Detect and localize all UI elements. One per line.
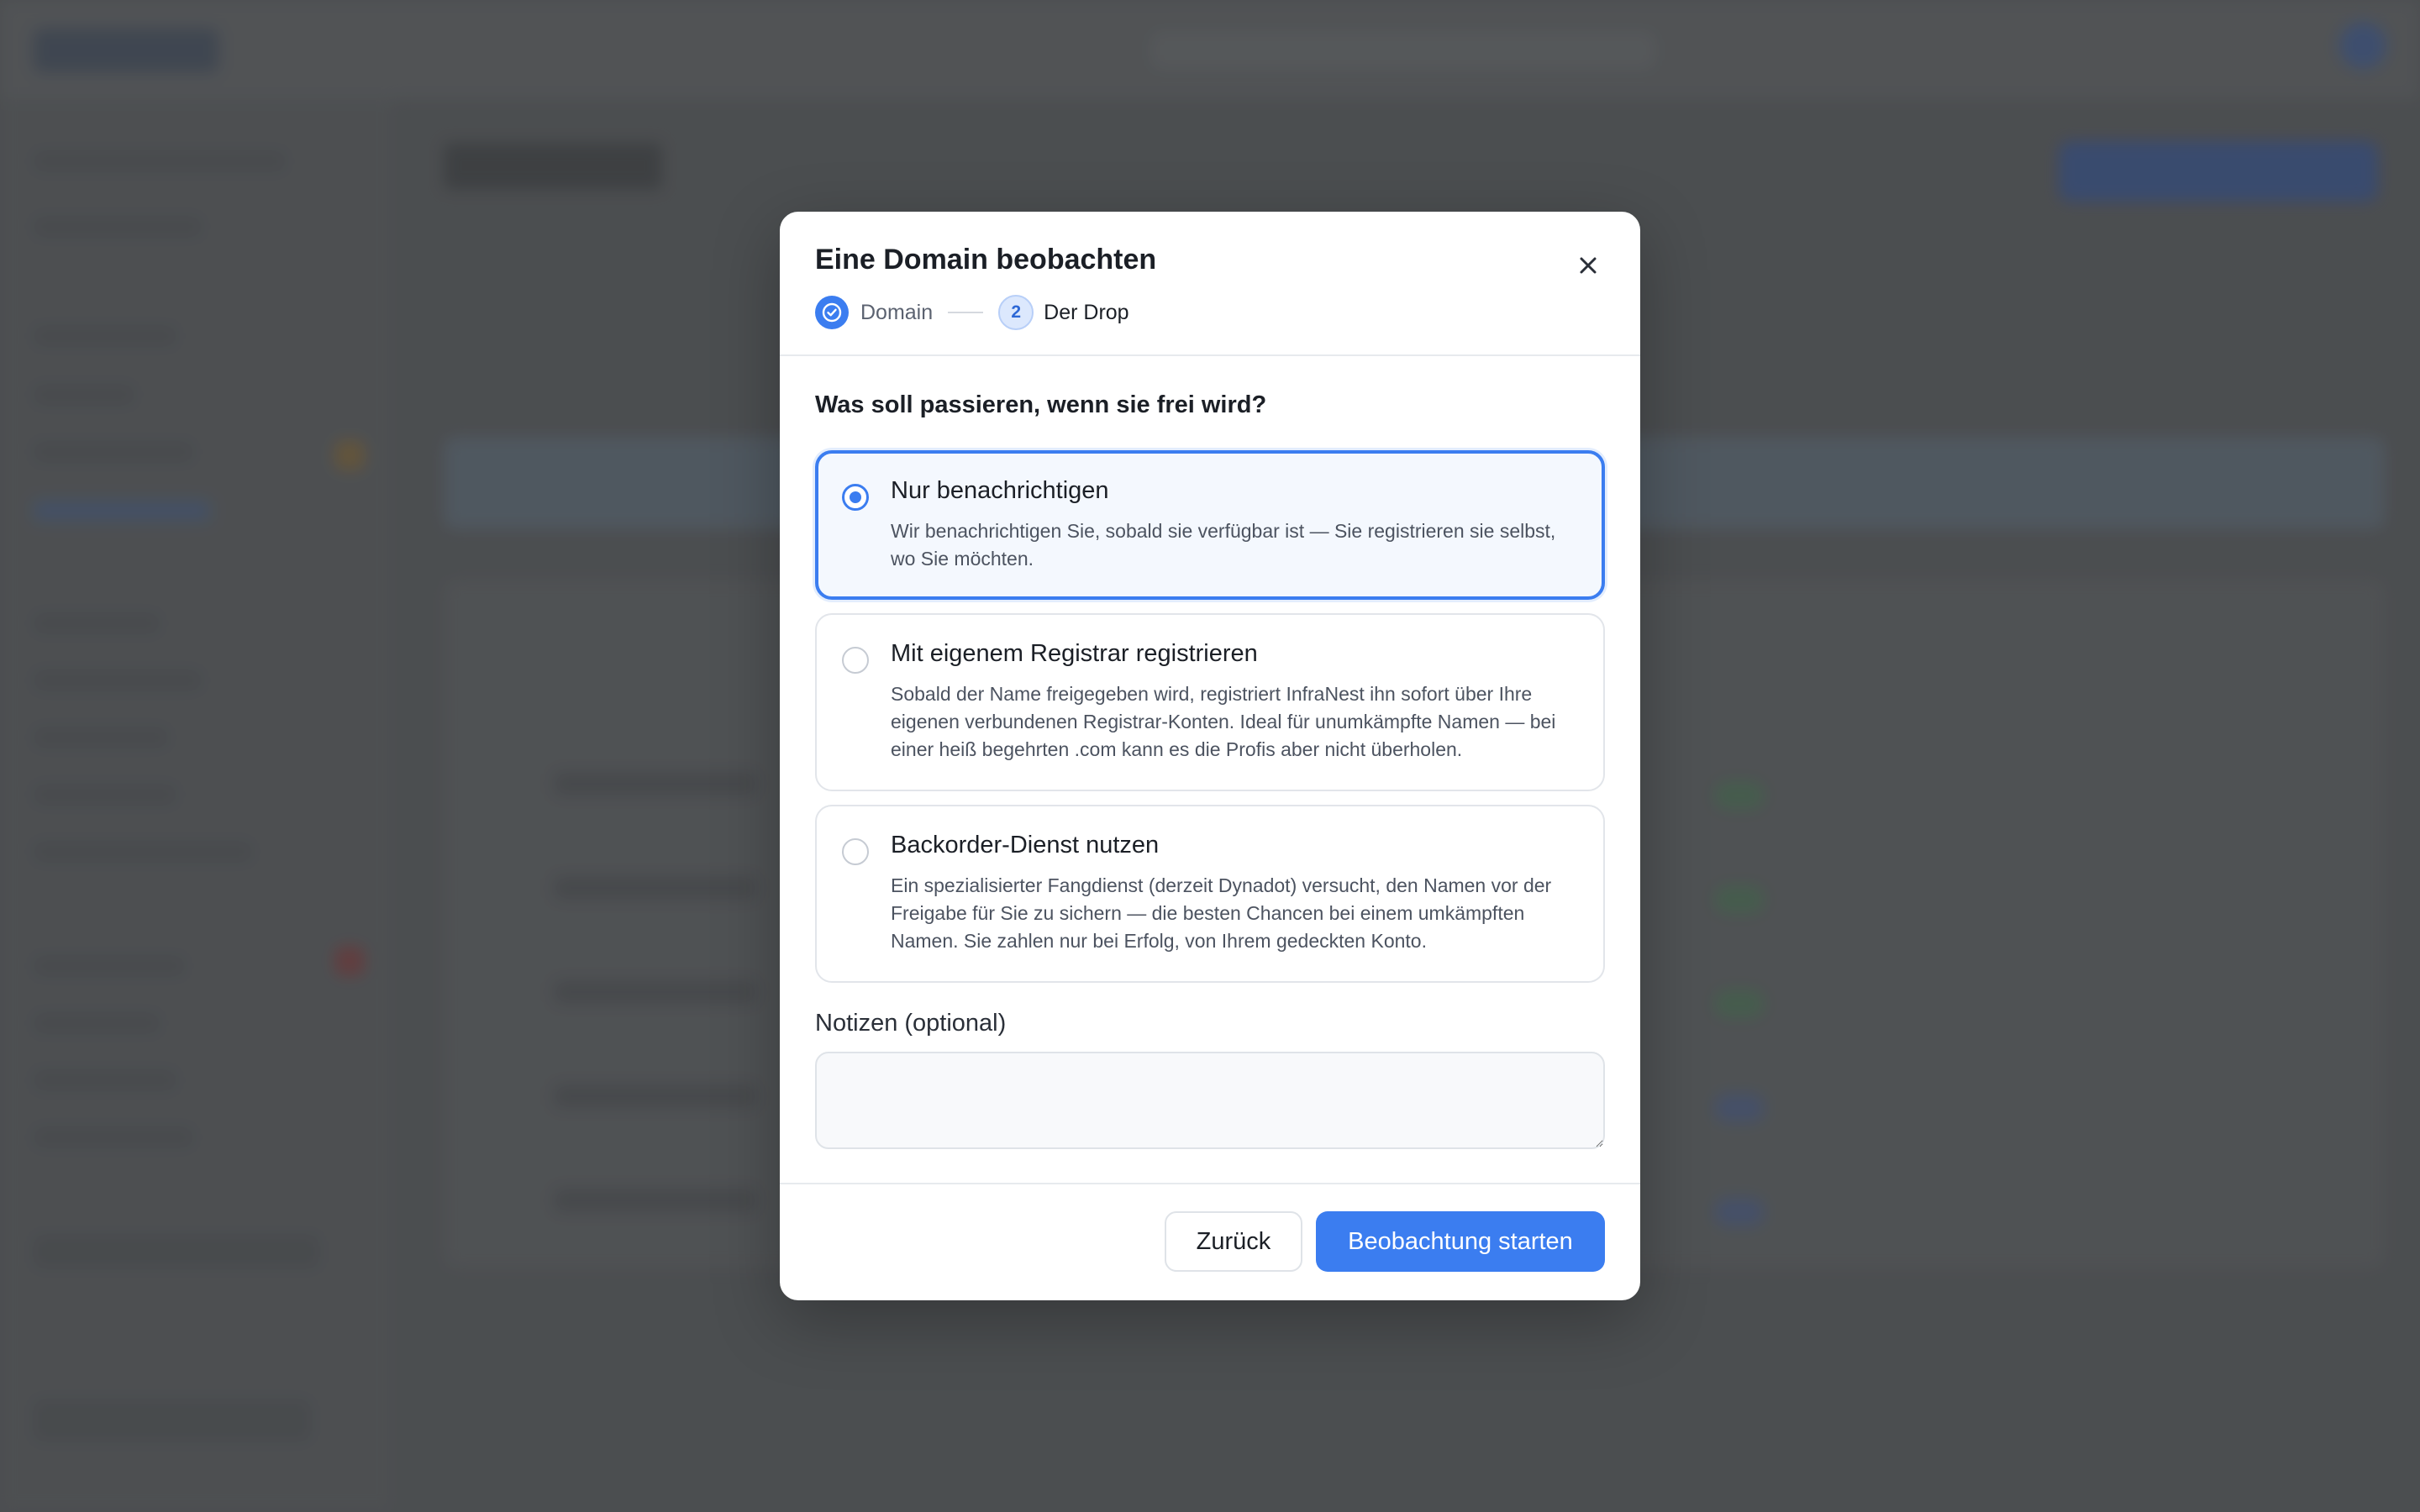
option-description: Sobald der Name freigegeben wird, regist… — [891, 683, 1556, 760]
back-button[interactable]: Zurück — [1165, 1211, 1302, 1272]
dialog-header: Eine Domain beobachten Domain 2 Der Drop — [780, 212, 1640, 356]
start-watching-button[interactable]: Beobachtung starten — [1316, 1211, 1605, 1272]
option-title: Nur benachrichtigen — [891, 477, 1109, 504]
option-title: Mit eigenem Registrar registrieren — [891, 640, 1258, 667]
stepper: Domain 2 Der Drop — [815, 294, 1129, 331]
option-own-registrar[interactable]: Mit eigenem Registrar registrieren Sobal… — [815, 613, 1605, 791]
notes-textarea[interactable] — [815, 1052, 1605, 1149]
dialog-title: Eine Domain beobachten — [815, 244, 1157, 276]
radio-own-registrar[interactable] — [842, 647, 869, 674]
step-2-label: Der Drop — [1044, 300, 1129, 324]
option-description: Ein spezialisierter Fangdienst (derzeit … — [891, 874, 1552, 952]
check-circle-icon — [822, 302, 842, 323]
notes-label: Notizen (optional) — [815, 1010, 1007, 1037]
step-1-label: Domain — [860, 300, 934, 324]
radio-backorder-service[interactable] — [842, 838, 869, 865]
step-1-indicator — [815, 296, 849, 329]
step-divider — [948, 312, 984, 313]
dialog-footer: Zurück Beobachtung starten — [780, 1183, 1640, 1300]
close-icon — [1580, 257, 1597, 274]
option-notify-only[interactable]: Nur benachrichtigen Wir benachrichtigen … — [815, 450, 1605, 600]
option-description: Wir benachrichtigen Sie, sobald sie verf… — [891, 520, 1556, 570]
option-backorder-service[interactable]: Backorder-Dienst nutzen Ein spezialisier… — [815, 805, 1605, 983]
radio-notify-only[interactable] — [842, 484, 869, 511]
drop-action-question: Was soll passieren, wenn sie frei wird? — [815, 391, 1267, 418]
watch-domain-dialog: Eine Domain beobachten Domain 2 Der Drop… — [780, 212, 1640, 1300]
option-title: Backorder-Dienst nutzen — [891, 832, 1160, 858]
close-button[interactable] — [1571, 249, 1605, 282]
step-2-indicator: 2 — [998, 295, 1034, 330]
